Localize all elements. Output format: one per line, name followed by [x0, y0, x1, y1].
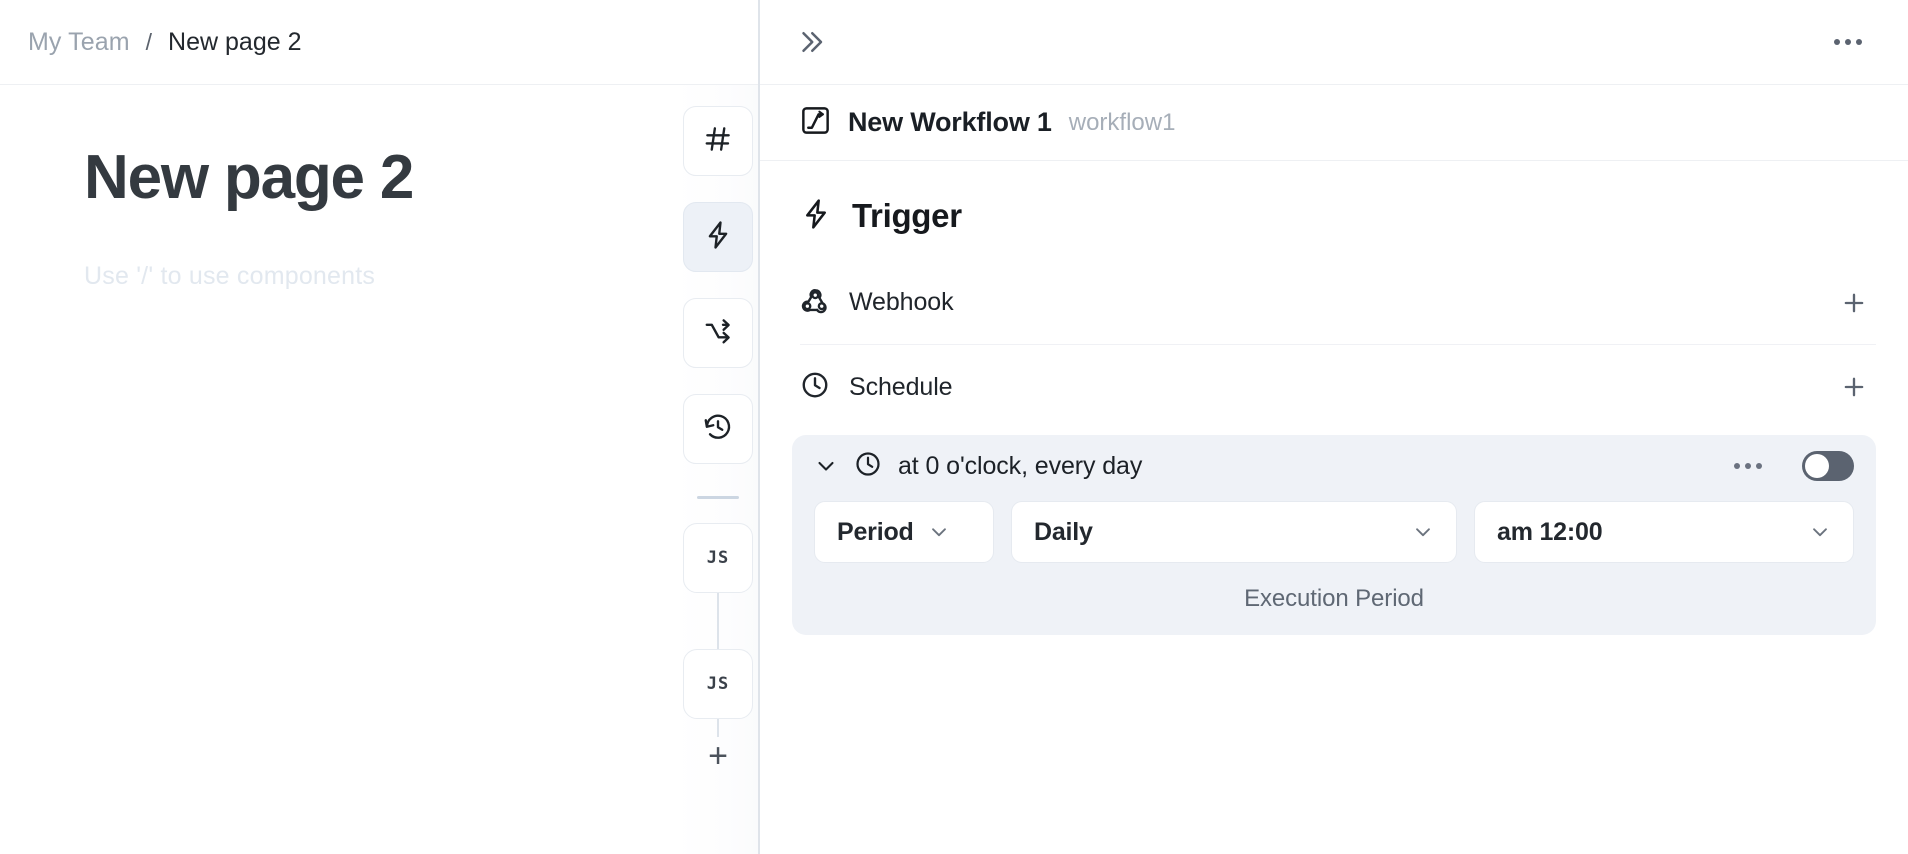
chevron-double-right-icon[interactable]	[796, 27, 826, 57]
history-clock-icon	[703, 412, 733, 447]
branch-arrows-icon	[703, 316, 733, 351]
lightning-icon	[703, 220, 733, 255]
ellipsis-icon	[1845, 39, 1851, 45]
ellipsis-icon	[1834, 39, 1840, 45]
ellipsis-icon	[1756, 463, 1762, 469]
workflow-node-1[interactable]: JS	[683, 523, 753, 593]
trigger-row-schedule[interactable]: Schedule	[800, 345, 1876, 429]
node-connector	[717, 593, 719, 649]
chevron-down-icon	[1412, 521, 1434, 543]
workflow-slug: workflow1	[1068, 108, 1176, 136]
breadcrumb-current-page[interactable]: New page 2	[168, 28, 301, 57]
breadcrumb-team[interactable]: My Team	[28, 28, 130, 57]
clock-icon	[800, 370, 830, 405]
tool-rail: JS JS +	[676, 85, 760, 854]
chevron-down-icon	[928, 521, 950, 543]
trigger-label-webhook: Webhook	[849, 288, 954, 316]
period-select-value: Period	[837, 517, 914, 546]
time-select-value: am 12:00	[1497, 517, 1603, 546]
workflow-title-row[interactable]: New Workflow 1 workflow1	[760, 85, 1908, 161]
schedule-more-menu-button[interactable]	[1724, 453, 1772, 479]
webhook-icon	[800, 285, 830, 320]
schedule-card-header: at 0 o'clock, every day	[792, 435, 1876, 497]
page-title[interactable]: New page 2	[84, 145, 760, 210]
schedule-trigger-card: at 0 o'clock, every day Period Daily am …	[792, 435, 1876, 635]
workflow-title: New Workflow 1	[848, 107, 1052, 137]
workflow-panel-header	[760, 0, 1908, 85]
add-node-button[interactable]: +	[708, 739, 728, 773]
rail-tool-history[interactable]	[683, 394, 753, 464]
ellipsis-icon	[1734, 463, 1740, 469]
trigger-label-schedule: Schedule	[849, 372, 953, 401]
node-label: JS	[706, 674, 730, 694]
lightning-icon	[800, 198, 832, 235]
app-root: My Team / New page 2 New page 2 Use '/' …	[0, 0, 1908, 854]
rail-tool-trigger[interactable]	[683, 202, 753, 272]
trigger-heading: Trigger	[852, 197, 962, 234]
breadcrumb-separator: /	[145, 28, 153, 55]
workflow-panel: New Workflow 1 workflow1 Trigger Webhook…	[760, 0, 1908, 854]
rail-tool-branch[interactable]	[683, 298, 753, 368]
editor-placeholder[interactable]: Use '/' to use components	[84, 262, 760, 291]
add-schedule-button[interactable]	[1832, 365, 1876, 409]
clock-icon	[854, 450, 882, 483]
document-panel: My Team / New page 2 New page 2 Use '/' …	[0, 0, 760, 854]
schedule-fields: Period Daily am 12:00	[792, 497, 1876, 563]
workflow-square-icon	[800, 105, 831, 141]
chevron-down-icon	[1809, 521, 1831, 543]
trigger-row-webhook[interactable]: Webhook	[800, 261, 1876, 345]
add-webhook-button[interactable]	[1832, 281, 1876, 325]
workflow-node-2[interactable]: JS	[683, 649, 753, 719]
rail-divider	[697, 496, 739, 499]
hash-icon	[703, 124, 733, 159]
time-select[interactable]: am 12:00	[1474, 501, 1854, 563]
ellipsis-icon	[1745, 463, 1751, 469]
node-connector-tail	[717, 719, 719, 737]
panel-more-menu-button[interactable]	[1824, 29, 1872, 55]
document-body: New page 2 Use '/' to use components	[0, 85, 760, 291]
node-label: JS	[706, 548, 730, 568]
trigger-section-header: Trigger	[760, 161, 1908, 261]
schedule-enable-toggle[interactable]	[1802, 451, 1854, 481]
schedule-summary: at 0 o'clock, every day	[898, 451, 1143, 480]
frequency-select[interactable]: Daily	[1011, 501, 1457, 563]
rail-tool-hash[interactable]	[683, 106, 753, 176]
ellipsis-icon	[1856, 39, 1862, 45]
chevron-down-icon[interactable]	[814, 454, 838, 478]
frequency-select-value: Daily	[1034, 517, 1093, 546]
schedule-caption: Execution Period	[1244, 585, 1424, 612]
toggle-knob	[1805, 454, 1829, 478]
breadcrumb: My Team / New page 2	[0, 0, 760, 85]
period-select[interactable]: Period	[814, 501, 994, 563]
